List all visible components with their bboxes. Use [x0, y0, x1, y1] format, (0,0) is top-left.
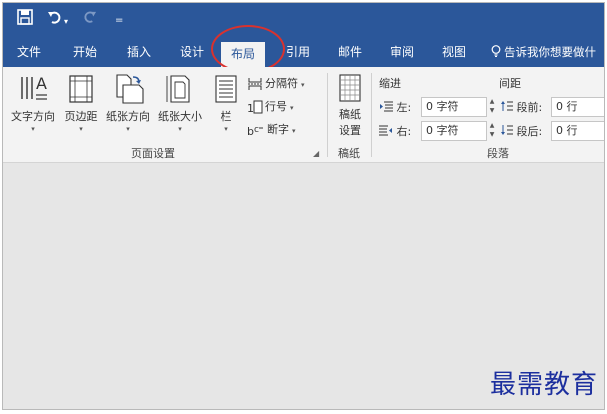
orientation-label: 纸张方向: [106, 110, 150, 123]
tab-view[interactable]: 视图: [442, 37, 466, 67]
indent-left-control: 左: 0 字符 ▲ ▼: [379, 97, 499, 117]
line-numbers-label: 行号: [265, 100, 287, 113]
indent-right-label-wrap: 右:: [379, 123, 411, 139]
orientation-button[interactable]: 纸张方向 ▾: [103, 73, 153, 133]
spacing-after-label-wrap: 段后:: [501, 123, 542, 139]
chevron-down-icon: ▾: [292, 127, 296, 135]
svg-text:b: b: [247, 125, 254, 137]
chevron-down-icon: ▾: [178, 125, 182, 133]
group-divider: [327, 73, 328, 157]
indent-right-input[interactable]: 0 字符: [421, 121, 487, 141]
breaks-button[interactable]: 分隔符 ▾: [247, 75, 305, 93]
tell-me-label: 告诉我你想要做什: [504, 45, 596, 59]
tab-insert[interactable]: 插入: [127, 37, 151, 67]
indent-right-stepper[interactable]: ▲ ▼: [487, 121, 497, 141]
line-numbers-icon: 1: [247, 100, 263, 115]
chevron-down-icon: ▾: [224, 125, 228, 133]
page-setup-group-label: 页面设置: [131, 147, 175, 160]
tab-home[interactable]: 开始: [73, 37, 97, 67]
document-area[interactable]: 最需教育: [3, 164, 604, 409]
margins-button[interactable]: 页边距 ▾: [61, 73, 101, 133]
columns-button[interactable]: 栏 ▾: [209, 73, 243, 133]
paper-size-icon: [166, 75, 190, 103]
tab-design[interactable]: 设计: [180, 37, 204, 67]
spacing-title: 间距: [499, 77, 521, 90]
undo-icon[interactable]: [47, 9, 63, 29]
spacing-before-control: 段前: 0 行: [501, 97, 604, 117]
indent-right-icon: [379, 125, 392, 136]
breaks-icon: [248, 78, 262, 90]
tab-layout[interactable]: 布局: [221, 42, 266, 67]
spacing-after-input[interactable]: 0 行: [551, 121, 604, 141]
chevron-down-icon: ▾: [31, 125, 35, 133]
indent-right-label: 右:: [396, 125, 412, 138]
line-numbers-button[interactable]: 1 行号 ▾: [247, 98, 294, 116]
spacing-before-label-wrap: 段前:: [501, 99, 542, 115]
dialog-launcher-icon[interactable]: ◢: [313, 149, 319, 158]
manuscript-group-label: 稿纸: [338, 147, 360, 160]
tab-references[interactable]: 引用: [286, 37, 310, 67]
chevron-down-icon: ▾: [126, 125, 130, 133]
manuscript-settings-button[interactable]: 稿纸 设置: [331, 73, 369, 138]
margins-label: 页边距: [64, 110, 98, 123]
svg-text:1: 1: [247, 102, 254, 114]
hyphenation-icon: b c: [247, 125, 263, 138]
hyphenation-label: 断字: [267, 123, 289, 136]
text-direction-button[interactable]: A 文字方向 ▾: [9, 73, 57, 133]
indent-right-control: 右: 0 字符 ▲ ▼: [379, 121, 499, 141]
spacing-after-label: 段后:: [516, 125, 543, 138]
indent-left-label: 左:: [396, 101, 412, 114]
size-button[interactable]: 纸张大小 ▾: [155, 73, 205, 133]
save-icon[interactable]: [17, 9, 35, 27]
title-bar: ▾ =: [3, 3, 604, 37]
tab-file[interactable]: 文件: [17, 37, 41, 67]
chevron-down-icon: ▾: [79, 125, 83, 133]
group-divider: [371, 73, 372, 157]
indent-left-label-wrap: 左:: [379, 99, 411, 115]
redo-icon[interactable]: [82, 9, 97, 28]
spacing-before-input[interactable]: 0 行: [551, 97, 604, 117]
manuscript-label-line2: 设置: [339, 124, 361, 137]
watermark-text: 最需教育: [489, 370, 598, 400]
indent-left-icon: [380, 101, 393, 112]
svg-text:c: c: [254, 125, 259, 135]
indent-left-stepper[interactable]: ▲ ▼: [487, 97, 497, 117]
columns-label: 栏: [220, 110, 232, 123]
word-window: ▾ = 文件 开始 插入 设计 布局 引用 邮件 审阅 视图 告诉我你想要做什: [2, 2, 605, 410]
spacing-before-icon: [501, 101, 513, 111]
ribbon: A 文字方向 ▾ 页边距 ▾ 纸张方向 ▾ 纸张大小 ▾ 栏 ▾ 分隔符 ▾ 1…: [3, 67, 604, 163]
margins-icon: [69, 75, 93, 103]
chevron-down-icon: ▾: [301, 81, 305, 89]
svg-text:A: A: [36, 74, 47, 93]
spacing-after-control: 段后: 0 行: [501, 121, 604, 141]
columns-icon: [215, 75, 237, 103]
size-label: 纸张大小: [158, 110, 202, 123]
tab-mailings[interactable]: 邮件: [338, 37, 362, 67]
indent-left-input[interactable]: 0 字符: [421, 97, 487, 117]
chevron-down-icon: ▾: [290, 104, 294, 112]
undo-dropdown-icon[interactable]: ▾: [64, 13, 68, 31]
tab-review[interactable]: 审阅: [390, 37, 414, 67]
indent-title: 缩进: [379, 77, 401, 90]
spacing-before-label: 段前:: [516, 101, 543, 114]
text-direction-icon: A: [21, 74, 47, 100]
tell-me-box[interactable]: 告诉我你想要做什: [491, 37, 596, 67]
hyphenation-button[interactable]: b c 断字 ▾: [247, 121, 296, 139]
text-direction-label: 文字方向: [11, 110, 55, 123]
breaks-label: 分隔符: [265, 77, 298, 90]
ribbon-tabs: 文件 开始 插入 设计 布局 引用 邮件 审阅 视图 告诉我你想要做什: [3, 37, 604, 67]
manuscript-label-line1: 稿纸: [339, 108, 361, 121]
paragraph-group-label: 段落: [487, 147, 509, 160]
customize-toolbar-button[interactable]: =: [115, 12, 123, 30]
spacing-after-icon: [501, 125, 513, 135]
manuscript-icon: [339, 74, 361, 102]
lightbulb-icon: [491, 45, 501, 57]
orientation-icon: [116, 74, 144, 104]
